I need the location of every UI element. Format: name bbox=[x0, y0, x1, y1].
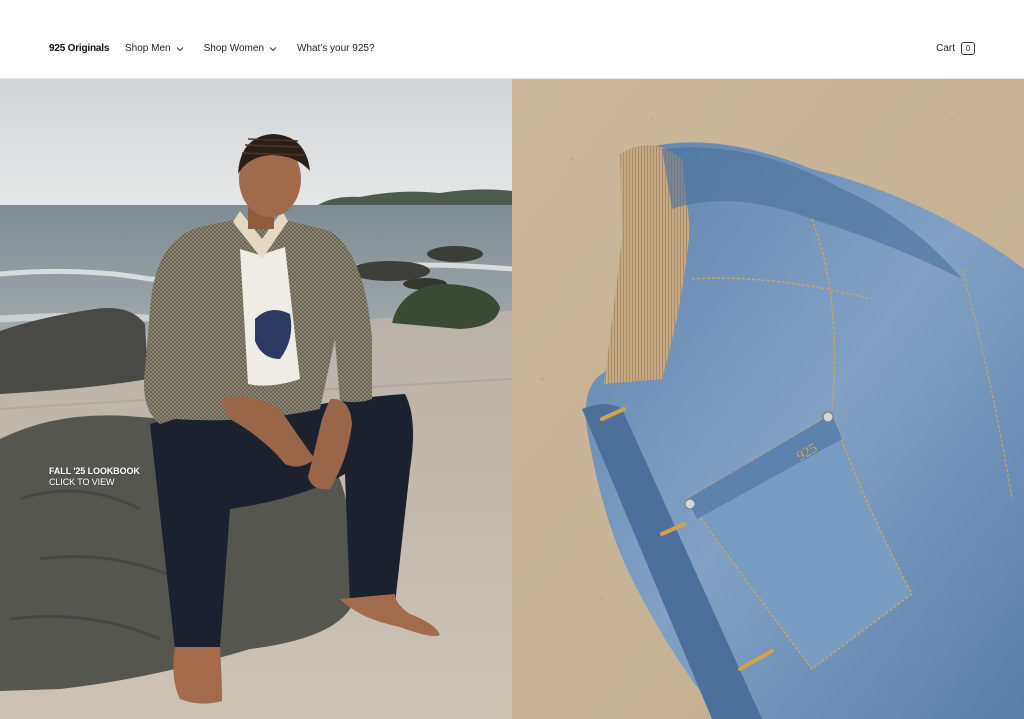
cart-button[interactable]: Cart 0 bbox=[936, 42, 975, 55]
site-header: 925 Originals Shop Men Shop Women What's… bbox=[0, 0, 1024, 79]
nav-shop-men[interactable]: Shop Men bbox=[125, 43, 184, 54]
nav-whats-your-925-label: What's your 925? bbox=[297, 43, 375, 54]
lookbook-hero-link[interactable]: FALL '25 LOOKBOOK CLICK TO VIEW bbox=[0, 79, 512, 719]
model-on-beach-rock-photo bbox=[0, 79, 512, 719]
nav-shop-women-label: Shop Women bbox=[203, 43, 264, 54]
brand-logo[interactable]: 925 Originals bbox=[49, 43, 109, 54]
chevron-down-icon bbox=[176, 46, 184, 52]
denim-jacket-hero-link[interactable]: 925 bbox=[512, 79, 1024, 719]
cart-count-badge: 0 bbox=[961, 42, 975, 55]
nav-whats-your-925[interactable]: What's your 925? bbox=[297, 43, 375, 54]
nav-shop-men-label: Shop Men bbox=[125, 43, 171, 54]
lookbook-caption[interactable]: FALL '25 LOOKBOOK CLICK TO VIEW bbox=[49, 466, 140, 488]
main-nav: Shop Men Shop Women What's your 925? bbox=[125, 43, 375, 54]
chevron-down-icon bbox=[269, 46, 277, 52]
lookbook-cta: CLICK TO VIEW bbox=[49, 477, 115, 487]
hero-section: FALL '25 LOOKBOOK CLICK TO VIEW 925 bbox=[0, 79, 1024, 719]
lookbook-title: FALL '25 LOOKBOOK bbox=[49, 466, 140, 476]
denim-jacket-on-sand-photo: 925 bbox=[512, 79, 1024, 719]
cart-label: Cart bbox=[936, 43, 955, 54]
nav-shop-women[interactable]: Shop Women bbox=[204, 43, 277, 54]
